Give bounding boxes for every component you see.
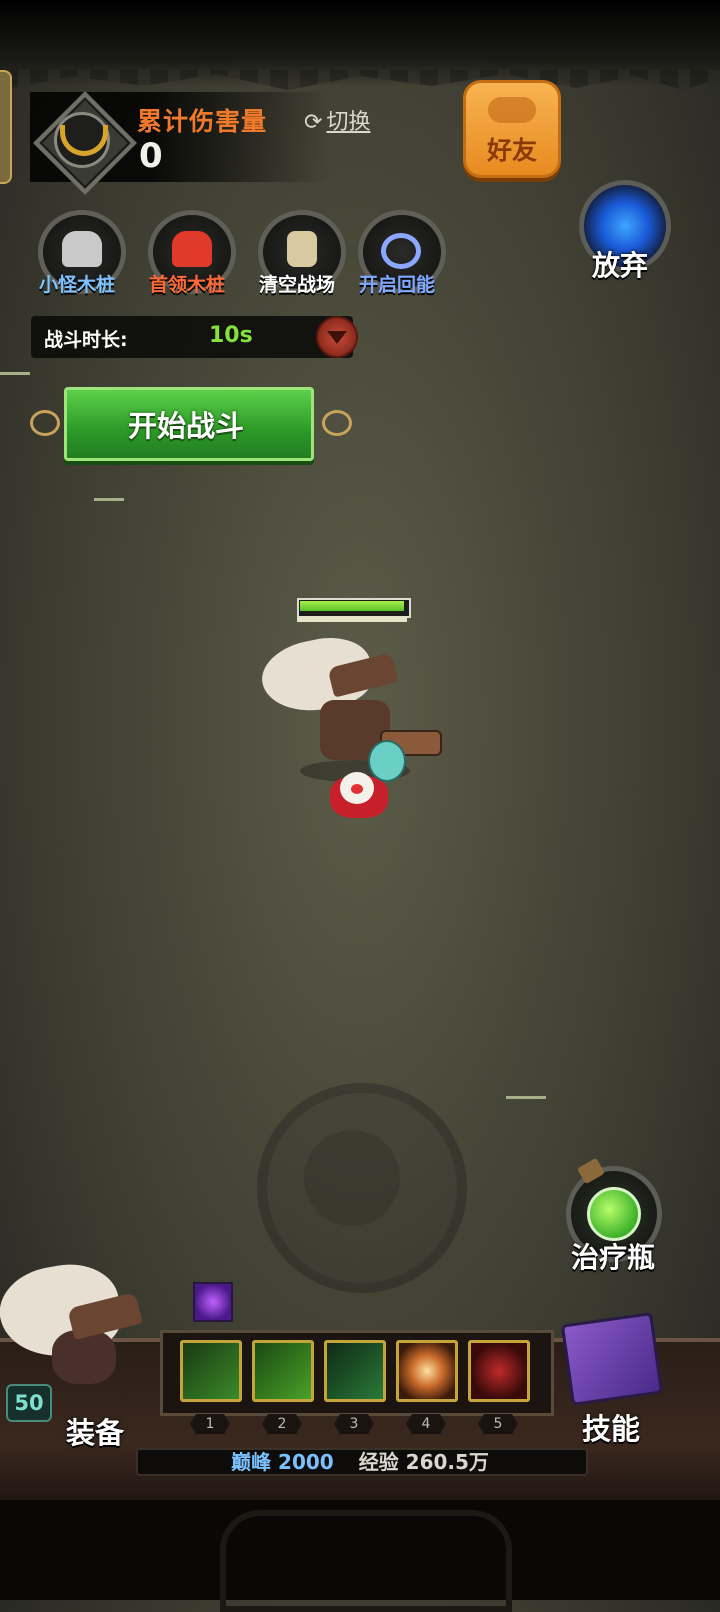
peak-key: 巅峰 <box>231 1450 272 1474</box>
experience-text: 巅峰 2000 经验 260.5万 <box>136 1446 584 1475</box>
damage-value: 0 <box>139 136 163 176</box>
player-hp-underline <box>297 616 407 622</box>
hero-portrait[interactable] <box>52 1330 116 1384</box>
battle-duration-value: 10s <box>209 323 253 348</box>
start-battle-label: 开始战斗 <box>127 409 244 443</box>
skill-slot-3[interactable] <box>324 1340 386 1402</box>
damage-title: 累计伤害量 <box>137 107 268 136</box>
clear-field-label: 清空战场 <box>258 274 335 296</box>
refresh-icon: ⟳ <box>304 110 323 135</box>
bone-decoration <box>94 484 124 501</box>
friend-label: 好友 <box>486 136 537 165</box>
broom-icon <box>287 231 317 267</box>
skill-slot-2[interactable] <box>252 1340 314 1402</box>
grass-decoration-left <box>0 342 30 375</box>
battle-duration-label: 战斗时长: <box>44 329 128 351</box>
skills-label[interactable]: 技能 <box>566 1406 656 1448</box>
buff-icon[interactable] <box>193 1282 233 1322</box>
skill-slot-1[interactable] <box>180 1340 242 1402</box>
skull-icon <box>62 231 102 267</box>
level-badge: 50 <box>6 1384 52 1422</box>
player-hp-fill <box>300 601 404 611</box>
infinity-icon <box>381 233 421 269</box>
duration-dropdown-icon[interactable] <box>316 316 358 358</box>
exp-value: 260.5万 <box>405 1450 489 1474</box>
skill-number-4: 4 <box>406 1414 446 1434</box>
left-wing-ornament <box>30 410 60 436</box>
left-side-tab[interactable] <box>0 70 12 184</box>
minion-dummy-label: 小怪木桩 <box>38 274 115 296</box>
skill-slot-4[interactable] <box>396 1340 458 1402</box>
switch-button[interactable]: ⟳ 切换 <box>304 104 370 136</box>
clown-nose <box>351 784 363 794</box>
skill-book-icon[interactable] <box>560 1311 664 1407</box>
exp-key: 经验 <box>358 1450 399 1474</box>
friend-button[interactable]: 好友 <box>463 80 561 178</box>
cloud-icon <box>488 97 536 123</box>
skill-number-1: 1 <box>190 1414 230 1434</box>
heal-potion-label: 治疗瓶 <box>570 1241 655 1274</box>
energy-regen-label: 开启回能 <box>358 274 435 296</box>
bottom-ornament <box>220 1510 512 1612</box>
grass-decoration <box>506 1066 546 1099</box>
skill-number-3: 3 <box>334 1414 374 1434</box>
balloon <box>368 740 406 782</box>
peak-value: 2000 <box>278 1450 334 1474</box>
abandon-label: 放弃 <box>591 249 648 282</box>
equip-label[interactable]: 装备 <box>50 1410 140 1452</box>
crowned-skull-icon <box>172 231 212 267</box>
joystick-knob[interactable] <box>304 1130 400 1226</box>
potion-icon <box>587 1187 641 1241</box>
skill-number-5: 5 <box>478 1414 518 1434</box>
switch-label: 切换 <box>326 110 371 135</box>
boss-dummy-label: 首领木桩 <box>148 274 225 296</box>
skill-slot-5[interactable] <box>468 1340 530 1402</box>
skill-number-2: 2 <box>262 1414 302 1434</box>
right-wing-ornament <box>322 410 352 436</box>
